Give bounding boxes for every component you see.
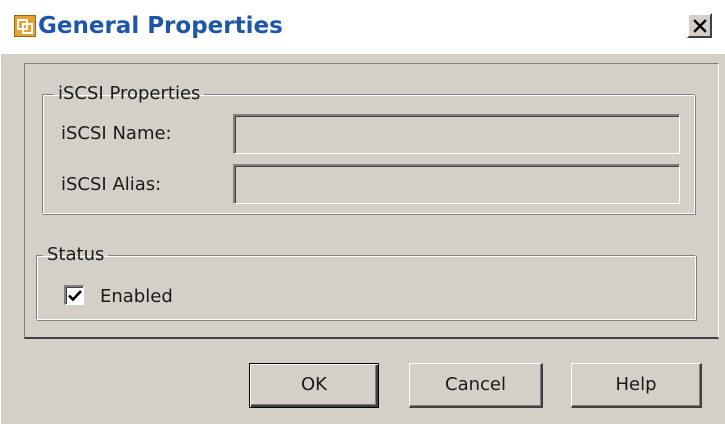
help-button[interactable]: Help xyxy=(571,363,702,408)
iscsi-name-field[interactable] xyxy=(233,114,680,154)
status-group: Status xyxy=(36,246,696,320)
enabled-checkbox[interactable] xyxy=(64,285,84,305)
enabled-label[interactable]: Enabled xyxy=(100,286,173,307)
iscsi-alias-field[interactable] xyxy=(233,164,680,204)
dialog-title: General Properties xyxy=(38,13,283,39)
checkmark-icon xyxy=(68,290,82,302)
title-bar[interactable]: General Properties xyxy=(1,1,725,54)
iscsi-name-label: iSCSI Name: xyxy=(61,123,172,144)
cancel-button[interactable]: Cancel xyxy=(409,363,543,408)
iscsi-properties-legend: iSCSI Properties xyxy=(58,83,201,104)
iscsi-alias-label: iSCSI Alias: xyxy=(61,174,162,195)
status-legend: Status xyxy=(47,244,105,265)
close-icon xyxy=(693,19,707,33)
general-properties-dialog: General Properties iSCSI Properties iSCS… xyxy=(0,0,725,424)
vsphere-logo-icon xyxy=(14,15,36,37)
close-button[interactable] xyxy=(687,13,712,38)
ok-button[interactable]: OK xyxy=(249,363,379,408)
